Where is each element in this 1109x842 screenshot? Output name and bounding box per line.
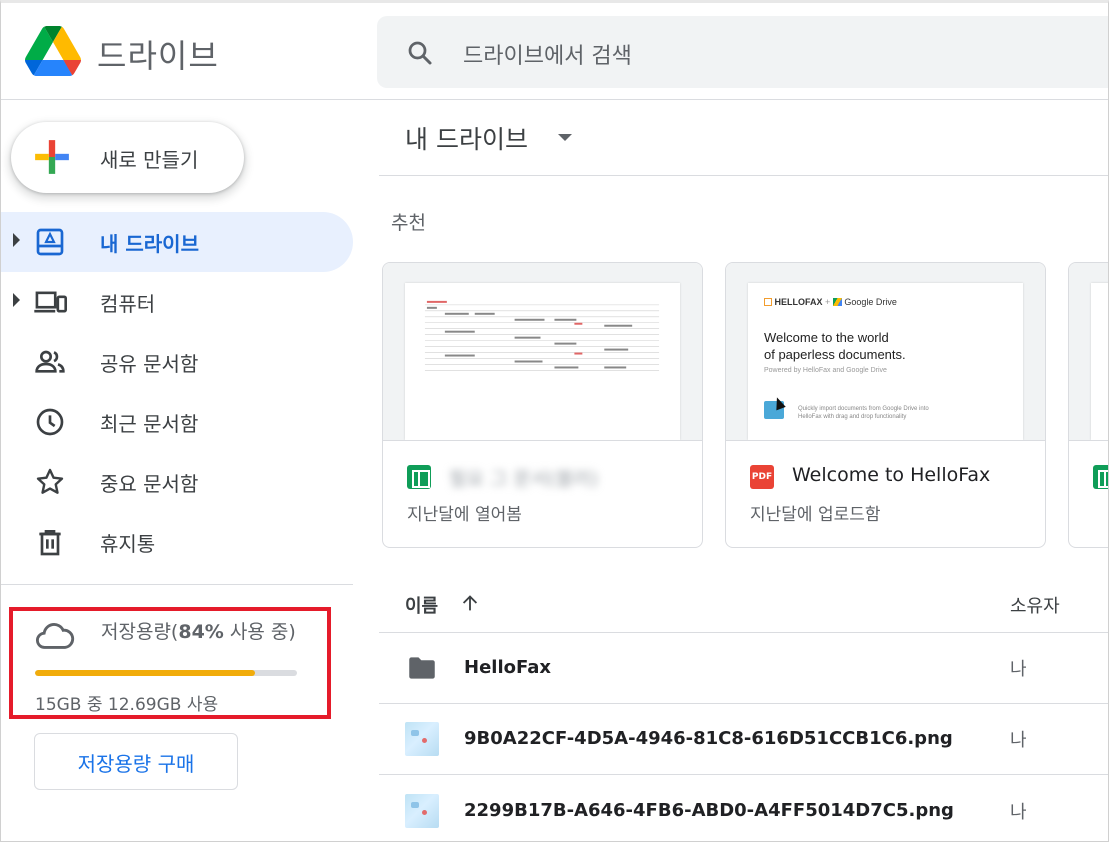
cloud-icon: [36, 623, 75, 649]
file-owner: 나: [1010, 802, 1027, 823]
sidebar-item-label: 내 드라이브: [100, 232, 199, 256]
drive-window: 드라이브 드라이브에서 검색 새로 만들기 내 드라이브 컴퓨터 공유 문서함 …: [0, 0, 1109, 842]
sheets-icon: [407, 465, 431, 489]
app-title: 드라이브: [97, 37, 219, 75]
suggested-section-label: 추천: [391, 212, 426, 234]
sidebar-item-shared[interactable]: 공유 문서함: [1, 332, 353, 392]
expand-arrow-icon[interactable]: [13, 233, 20, 247]
buy-storage-label: 저장용량 구매: [77, 752, 195, 776]
file-thumbnail: HELLOFAX + Google Drive Welcome to the w…: [726, 263, 1045, 441]
spreadsheet-lines-graphic: [424, 300, 660, 371]
hellofax-note: Quickly import documents from Google Dri…: [798, 406, 929, 420]
page-title[interactable]: 내 드라이브: [405, 120, 528, 156]
clock-icon: [36, 408, 64, 436]
file-owner: 나: [1010, 659, 1027, 680]
file-name: HelloFax: [464, 657, 551, 678]
sidebar-item-label: 중요 문서함: [100, 472, 199, 496]
column-header-owner[interactable]: 소유자: [1010, 592, 1060, 618]
new-button-label: 새로 만들기: [100, 148, 199, 172]
sidebar-item-computers[interactable]: 컴퓨터: [1, 272, 353, 332]
sidebar-item-label: 휴지통: [100, 532, 156, 556]
storage-progress-fill: [35, 670, 256, 676]
card-file-name: Welcome to HelloFax: [792, 464, 991, 486]
search-bar[interactable]: 드라이브에서 검색: [377, 16, 1108, 88]
storage-percent: 84%: [178, 621, 224, 643]
file-list-header: 이름 소유자: [379, 573, 1108, 633]
card-activity: 지난달에 업로드함: [750, 505, 881, 525]
shared-icon: [35, 350, 65, 373]
trash-icon: [39, 530, 61, 556]
buy-storage-button[interactable]: 저장용량 구매: [34, 733, 238, 790]
storage-label[interactable]: 저장용량(84% 사용 중): [101, 617, 296, 644]
file-thumbnail: [383, 263, 702, 441]
file-row[interactable]: 9B0A22CF-4D5A-4946-81C8-616D51CCB1C6.png…: [379, 704, 1108, 775]
sidebar-divider: [1, 584, 353, 585]
star-icon: [36, 468, 64, 494]
search-icon[interactable]: [405, 38, 435, 68]
hellofax-headline: Welcome to the world of paperless docume…: [764, 330, 906, 362]
chevron-down-icon[interactable]: [558, 134, 572, 141]
sort-arrow-up-icon[interactable]: [459, 591, 481, 615]
pdf-icon: PDF: [750, 465, 774, 489]
plus-icon: [35, 140, 69, 174]
file-row[interactable]: 2299B17B-A646-4FB6-ABD0-A4FF5014D7C5.png…: [379, 776, 1108, 841]
sidebar-item-label: 컴퓨터: [100, 292, 156, 316]
main-divider: [379, 175, 1108, 176]
sidebar-item-label: 최근 문서함: [100, 412, 199, 436]
storage-progress-bar: [35, 670, 297, 676]
hellofax-powered: Powered by HelloFax and Google Drive: [764, 367, 887, 374]
computers-icon: [34, 291, 67, 313]
image-thumbnail-icon: [405, 794, 439, 828]
suggested-card[interactable]: [1068, 262, 1108, 548]
card-file-name: 필요 그 문서(블러): [449, 468, 599, 490]
folder-icon: [409, 657, 435, 679]
storage-highlight-box: 저장용량(84% 사용 중) 15GB 중 12.69GB 사용: [9, 607, 331, 719]
google-drive-logo-icon[interactable]: [25, 25, 81, 77]
storage-detail: 15GB 중 12.69GB 사용: [35, 695, 219, 715]
new-button[interactable]: 새로 만들기: [11, 122, 244, 193]
google-drive-mini-icon: [832, 298, 842, 306]
image-thumbnail-icon: [405, 722, 439, 756]
spreadsheet-preview: [405, 283, 680, 440]
suggested-card[interactable]: HELLOFAX + Google Drive Welcome to the w…: [725, 262, 1046, 548]
pdf-preview: HELLOFAX + Google Drive Welcome to the w…: [748, 283, 1023, 440]
my-drive-icon: [36, 228, 64, 256]
top-bar: 드라이브 드라이브에서 검색: [1, 3, 1108, 100]
suggested-card[interactable]: 필요 그 문서(블러) 지난달에 열어봄: [382, 262, 703, 548]
file-thumbnail: [1069, 263, 1108, 441]
sidebar-item-recent[interactable]: 최근 문서함: [1, 392, 353, 452]
hellofax-brand-line: HELLOFAX + Google Drive: [764, 297, 897, 307]
column-header-name[interactable]: 이름: [405, 592, 438, 618]
file-name: 9B0A22CF-4D5A-4946-81C8-616D51CCB1C6.png: [464, 728, 953, 749]
sidebar-item-label: 공유 문서함: [100, 352, 199, 376]
hellofax-logo-icon: [764, 298, 772, 306]
file-owner: 나: [1010, 730, 1027, 751]
sheets-icon: [1093, 465, 1108, 489]
file-name: 2299B17B-A646-4FB6-ABD0-A4FF5014D7C5.png: [464, 800, 954, 821]
sidebar-item-my-drive[interactable]: 내 드라이브: [1, 212, 353, 272]
file-preview: [1091, 283, 1108, 440]
sidebar-item-trash[interactable]: 휴지통: [1, 512, 353, 572]
card-activity: 지난달에 열어봄: [407, 505, 522, 525]
expand-arrow-icon[interactable]: [13, 293, 20, 307]
search-input[interactable]: 드라이브에서 검색: [463, 38, 632, 70]
file-row[interactable]: HelloFax 나: [379, 633, 1108, 704]
sidebar-item-starred[interactable]: 중요 문서함: [1, 452, 353, 512]
